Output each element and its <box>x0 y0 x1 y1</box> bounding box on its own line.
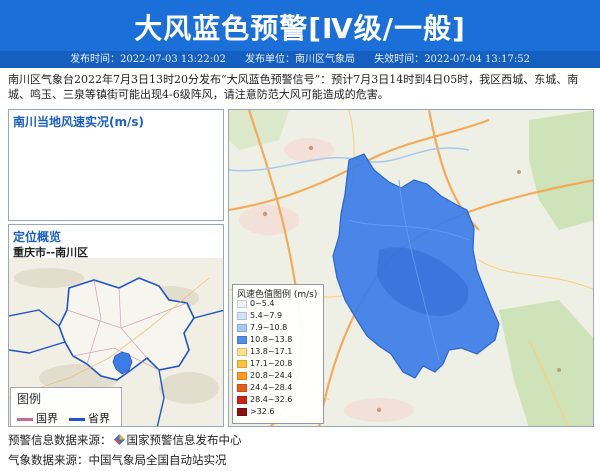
weather-source-name: 中国气象局全国自动站实况 <box>88 453 227 467</box>
expire-time-label: 失效时间： <box>374 54 425 65</box>
warning-source-label: 预警信息数据来源： <box>8 433 112 447</box>
wind-legend-item: 5.4~7.9 <box>237 311 282 322</box>
weather-source-line: 气象数据来源：中国气象局全国自动站实况 <box>8 452 227 468</box>
warning-description: 南川区气象台2022年7月3日13时20分发布“大风蓝色预警信号”：预计7月3日… <box>8 73 579 101</box>
overview-legend-title: 图例 <box>17 392 42 406</box>
legend-province-border: 省界 <box>69 410 110 426</box>
release-center-logo-icon <box>113 434 125 445</box>
wind-speed-panel-title: 南川当地风速实况(m/s) <box>13 115 144 129</box>
wind-legend-item: 17.1~20.8 <box>237 359 292 370</box>
issuer: 南川区气象局 <box>295 54 355 65</box>
issue-time-label: 发布时间： <box>70 54 121 65</box>
wind-legend-item: 20.8~24.4 <box>237 371 292 382</box>
wind-speed-panel: 南川当地风速实况(m/s) <box>8 109 224 221</box>
overview-legend: 图例 国界 省界 <box>10 387 122 427</box>
national-border-swatch <box>17 417 33 421</box>
province-border-swatch <box>69 417 85 421</box>
wind-legend-item: 10.8~13.8 <box>237 335 292 346</box>
warning-source-line: 预警信息数据来源： 国家预警信息发布中心 <box>8 432 242 448</box>
issuer-label: 发布单位： <box>245 54 295 65</box>
wind-legend-item: 0~5.4 <box>237 299 275 310</box>
legend-national-border: 国界 <box>17 410 58 426</box>
wind-legend-item: 28.4~32.6 <box>237 395 292 406</box>
warning-source-name[interactable]: 国家预警信息发布中心 <box>127 433 242 447</box>
expire-time: 2022-07-04 13:17:52 <box>424 54 530 65</box>
wind-legend-item: >32.6 <box>237 407 275 418</box>
warning-title: 大风蓝色预警[Ⅳ级/一般] <box>134 12 466 45</box>
wind-legend-item: 24.4~28.4 <box>237 383 292 394</box>
issue-time: 2022-07-03 13:22:02 <box>120 54 226 65</box>
wind-legend-item: 13.8~17.1 <box>237 347 292 358</box>
warning-meta-bar: 发布时间：2022-07-03 13:22:02 发布单位：南川区气象局 失效时… <box>0 51 600 68</box>
wind-speed-legend: 风速色值图例 (m/s) 0~5.4 5.4~7.9 7.9~10.8 10.8… <box>232 284 324 424</box>
weather-source-label: 气象数据来源： <box>8 453 89 467</box>
location-panel-title: 定位概览 <box>13 230 62 244</box>
warning-banner: 大风蓝色预警[Ⅳ级/一般] <box>0 0 600 51</box>
wind-legend-item: 7.9~10.8 <box>237 323 287 334</box>
